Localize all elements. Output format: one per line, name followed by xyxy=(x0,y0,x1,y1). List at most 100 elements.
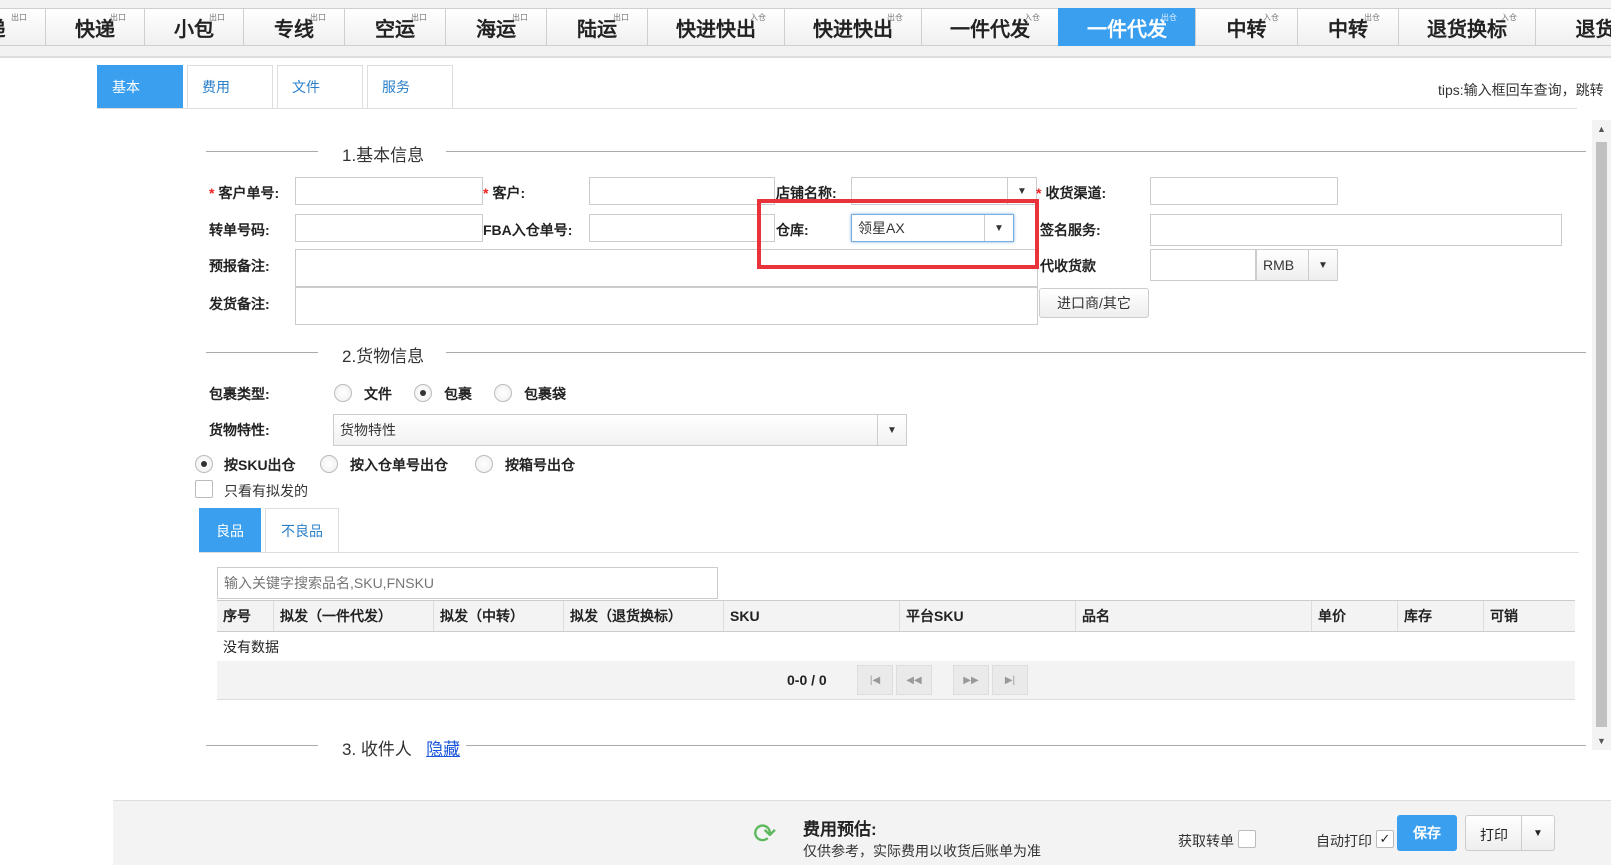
print-button[interactable]: 打印 ▼ xyxy=(1465,815,1555,851)
pager-info: 0-0 / 0 xyxy=(787,672,827,688)
fba-no-input[interactable] xyxy=(589,214,775,242)
scroll-thumb[interactable] xyxy=(1596,142,1607,727)
pkg-type-parcel-label: 包裹 xyxy=(444,386,472,402)
tab-land[interactable]: 陆运 出口 xyxy=(546,8,647,46)
scroll-down-icon[interactable]: ▼ xyxy=(1597,736,1606,746)
section-receiver-title: 3. 收件人 隐藏 xyxy=(342,740,461,759)
col-planned-transfer[interactable]: 拟发（中转） xyxy=(433,601,563,631)
outbound-inbound-no-label: 按入仓单号出仓 xyxy=(350,457,448,473)
col-planned-dropship[interactable]: 拟发（一件代发） xyxy=(273,601,433,631)
pkg-type-radio-bag[interactable] xyxy=(494,384,512,402)
pkg-type-radio-parcel[interactable] xyxy=(414,384,432,402)
get-transfer-label: 获取转单 xyxy=(1178,833,1234,849)
col-sku[interactable]: SKU xyxy=(723,601,899,631)
tab-express-partial[interactable]: 递出口 xyxy=(0,8,45,46)
cod-amount-input[interactable] xyxy=(1150,249,1256,281)
prev-page-icon[interactable]: ◀◀ xyxy=(896,665,932,695)
tab-dedicated-line[interactable]: 专线 出口 xyxy=(243,8,344,46)
outbound-box-no-label: 按箱号出仓 xyxy=(505,457,575,473)
first-page-icon[interactable]: |◀ xyxy=(857,665,893,695)
only-planned-label: 只看有拟发的 xyxy=(224,483,308,499)
goods-table-empty: 没有数据 xyxy=(217,632,1575,663)
subtab-services[interactable]: 服务 xyxy=(367,65,453,108)
fee-estimate-title: 费用预估: xyxy=(803,820,877,839)
ship-note-label: 发货备注: xyxy=(209,296,270,312)
subtab-fees[interactable]: 费用 xyxy=(187,65,273,108)
pkg-type-file-label: 文件 xyxy=(364,386,392,402)
col-index[interactable]: 序号 xyxy=(217,601,273,631)
goods-nature-select[interactable]: 货物特性 ▼ xyxy=(333,414,907,446)
tab-transfer-out[interactable]: 中转 出仓 xyxy=(1297,8,1398,46)
importer-other-button[interactable]: 进口商/其它 xyxy=(1039,288,1149,318)
tab-dropship-out[interactable]: 一件代发 出仓 xyxy=(1058,8,1195,46)
tab-transfer-in[interactable]: 中转 入仓 xyxy=(1195,8,1297,46)
customer-no-input[interactable] xyxy=(295,177,483,205)
col-unit-price[interactable]: 单价 xyxy=(1311,601,1397,631)
ship-note-input[interactable] xyxy=(295,287,1038,325)
channel-label: * 收货渠道: xyxy=(1036,185,1107,201)
tab-fast-in[interactable]: 快进快出 入仓 xyxy=(647,8,784,46)
chevron-down-icon: ▼ xyxy=(877,415,906,445)
section-basic-header: 1.基本信息 xyxy=(206,141,1586,165)
transfer-no-input[interactable] xyxy=(295,214,483,242)
tab-return-relabel-in[interactable]: 退货换标 入仓 xyxy=(1398,8,1535,46)
subtab-basic[interactable]: 基本 xyxy=(97,65,183,108)
goods-tabs-divider xyxy=(199,552,1579,553)
tab-express-export[interactable]: 快递 出口 xyxy=(45,8,144,46)
tab-small-parcel[interactable]: 小包 出口 xyxy=(144,8,243,46)
table-pager: 0-0 / 0 |◀ ◀◀ ▶▶ ▶| xyxy=(217,661,1575,700)
tab-sea[interactable]: 海运 出口 xyxy=(445,8,546,46)
top-nav-bar: 递出口 快递出口 小包出口 专线出口 空运出口 海运出口 陆运出口 快进快出入仓… xyxy=(0,0,1611,58)
receiver-hide-link[interactable]: 隐藏 xyxy=(426,740,460,759)
goods-nature-label: 货物特性: xyxy=(209,422,270,438)
col-sellable[interactable]: 可销 xyxy=(1483,601,1575,631)
col-planned-return[interactable]: 拟发（退货换标） xyxy=(563,601,723,631)
warehouse-highlight-box xyxy=(757,199,1039,269)
col-platform-sku[interactable]: 平台SKU xyxy=(899,601,1075,631)
tab-good-goods[interactable]: 良品 xyxy=(199,508,261,552)
next-page-icon[interactable]: ▶▶ xyxy=(953,665,989,695)
top-nav-tabs: 递出口 快递出口 小包出口 专线出口 空运出口 海运出口 陆运出口 快进快出入仓… xyxy=(0,8,1611,48)
tab-fast-out[interactable]: 快进快出 出仓 xyxy=(784,8,921,46)
cod-label: 代收货款 xyxy=(1040,258,1096,274)
auto-print-checkbox[interactable]: ✓ xyxy=(1376,830,1394,848)
print-button-label: 打印 xyxy=(1480,827,1508,843)
chevron-down-icon[interactable]: ▼ xyxy=(1521,816,1554,850)
goods-search-input[interactable] xyxy=(217,567,718,599)
subtab-divider xyxy=(97,108,1577,109)
customer-no-label: * 客户单号: xyxy=(209,185,280,201)
tab-defective-goods[interactable]: 不良品 xyxy=(265,508,339,552)
tab-air[interactable]: 空运 出口 xyxy=(344,8,445,46)
outbound-sku-radio[interactable] xyxy=(195,455,213,473)
section-goods-title: 2.货物信息 xyxy=(342,347,425,366)
goods-table-header: 序号 拟发（一件代发） 拟发（中转） 拟发（退货换标） SKU 平台SKU 品名… xyxy=(217,600,1575,632)
scroll-up-icon[interactable]: ▲ xyxy=(1597,124,1606,134)
outbound-box-no-radio[interactable] xyxy=(475,455,493,473)
get-transfer-checkbox[interactable] xyxy=(1238,830,1256,848)
vertical-scrollbar[interactable]: ▲ ▼ xyxy=(1592,120,1611,750)
col-product-name[interactable]: 品名 xyxy=(1075,601,1311,631)
section-goods-header: 2.货物信息 xyxy=(206,342,1586,366)
tab-dropship-in[interactable]: 一件代发 入仓 xyxy=(921,8,1058,46)
outbound-inbound-no-radio[interactable] xyxy=(320,455,338,473)
auto-print-label: 自动打印 xyxy=(1316,833,1372,849)
goods-quality-tabs: 良品 不良品 xyxy=(199,508,343,552)
currency-select[interactable]: RMB ▼ xyxy=(1256,249,1338,281)
col-stock[interactable]: 库存 xyxy=(1397,601,1483,631)
tips-text: tips:输入框回车查询，跳转 xyxy=(1438,82,1604,98)
customer-input[interactable] xyxy=(589,177,775,205)
transfer-no-label: 转单号码: xyxy=(209,222,270,238)
channel-input[interactable] xyxy=(1150,177,1338,205)
tab-return-partial[interactable]: 退货 xyxy=(1535,8,1611,46)
refresh-icon[interactable]: ⟳ xyxy=(753,819,783,849)
save-button[interactable]: 保存 xyxy=(1397,815,1457,851)
pre-note-label: 预报备注: xyxy=(209,258,270,274)
section-receiver-header: 3. 收件人 隐藏 xyxy=(206,735,1586,759)
sign-service-input[interactable] xyxy=(1150,214,1562,246)
subtab-files[interactable]: 文件 xyxy=(277,65,363,108)
only-planned-checkbox[interactable] xyxy=(195,480,213,498)
sub-tabs: 基本 费用 文件 服务 xyxy=(97,65,457,108)
last-page-icon[interactable]: ▶| xyxy=(992,665,1028,695)
section-basic-title: 1.基本信息 xyxy=(342,146,425,165)
pkg-type-radio-file[interactable] xyxy=(334,384,352,402)
